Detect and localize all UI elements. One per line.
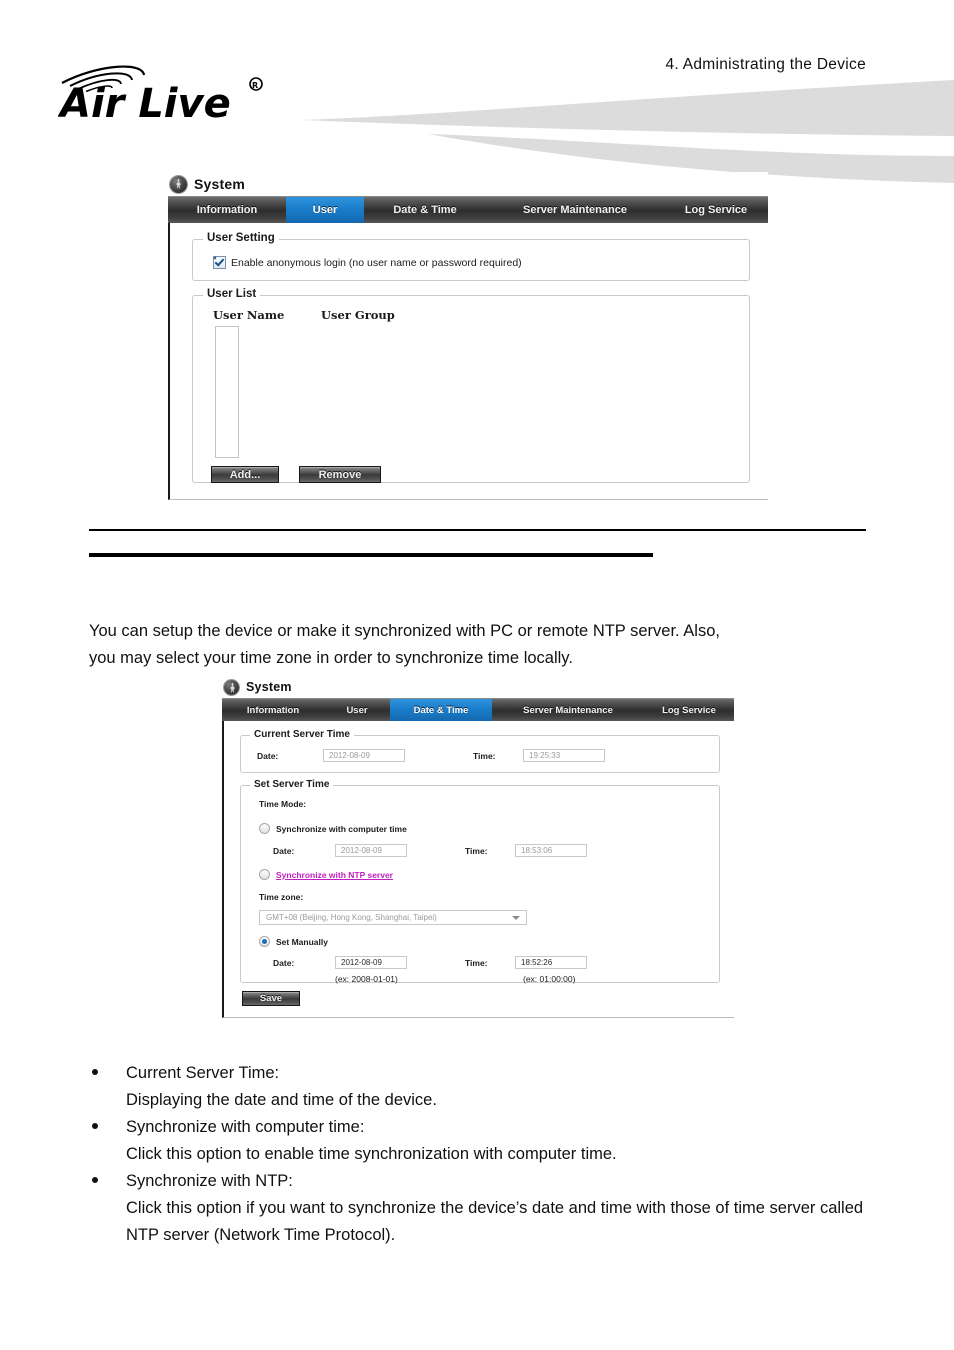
- timezone-select[interactable]: GMT+08 (Beijing, Hong Kong, Shanghai, Ta…: [259, 910, 527, 925]
- panel-header-datetime: System: [222, 676, 734, 698]
- user-list-fieldset: User List User Name User Group Add... Re…: [192, 288, 750, 483]
- add-user-button[interactable]: Add...: [211, 466, 279, 483]
- column-user-group: User Group: [321, 308, 395, 322]
- system-icon: [224, 679, 239, 695]
- tab-bar-datetime[interactable]: Information User Date & Time Server Main…: [222, 698, 734, 721]
- user-list-column-headers: User Name User Group: [213, 308, 395, 322]
- set-manually-fields: Date: 2012-08-09 Time: 18:52:26: [273, 956, 587, 969]
- svg-text:R: R: [252, 81, 258, 90]
- chevron-down-icon: [512, 915, 520, 920]
- airlive-logo: Air Live R: [58, 65, 263, 124]
- panel-body-datetime: Current Server Time Date: 2012-08-09 Tim…: [222, 721, 734, 1018]
- page-header: 4. Administrating the Device Air Live R: [0, 0, 954, 183]
- bullet-description: Displaying the date and time of the devi…: [126, 1091, 437, 1109]
- current-time-field[interactable]: 19:25:33: [523, 749, 605, 762]
- tab-information[interactable]: Information: [168, 197, 286, 223]
- user-list-box[interactable]: [215, 326, 239, 458]
- system-datetime-panel: System Information User Date & Time Serv…: [222, 676, 734, 1018]
- decorative-swoosh-graphic: [302, 80, 954, 183]
- panel-title: System: [246, 680, 292, 694]
- current-server-time-fieldset: Current Server Time Date: 2012-08-09 Tim…: [240, 729, 720, 773]
- date-format-hint: (ex: 2008-01-01): [335, 974, 398, 984]
- sync-ntp-row[interactable]: Synchronize with NTP server: [259, 869, 393, 880]
- timezone-select-value: GMT+08 (Beijing, Hong Kong, Shanghai, Ta…: [266, 913, 437, 922]
- enable-anonymous-login-checkbox[interactable]: [213, 256, 226, 269]
- sync-computer-time-label-2: Time:: [465, 845, 488, 856]
- sync-computer-time-field[interactable]: 18:53:06: [515, 844, 587, 857]
- set-manually-label: Set Manually: [276, 936, 328, 947]
- set-server-time-legend: Set Server Time: [250, 779, 334, 790]
- tab-user[interactable]: User: [324, 699, 390, 721]
- sync-computer-date-field[interactable]: 2012-08-09: [335, 844, 407, 857]
- list-item: Synchronize with NTP: Click this option …: [88, 1168, 888, 1249]
- system-icon: [170, 175, 187, 193]
- bullet-dot-icon: [92, 1123, 98, 1129]
- sync-computer-time-radio[interactable]: [259, 823, 270, 834]
- time-format-hint: (ex: 01:00:00): [523, 974, 576, 984]
- bullet-description: Click this option if you want to synchro…: [126, 1199, 864, 1244]
- intro-paragraph: You can setup the device or make it sync…: [89, 618, 879, 672]
- section-rule-top: [89, 529, 866, 531]
- bullet-title: Synchronize with NTP:: [126, 1172, 293, 1190]
- tab-bar-user[interactable]: Information User Date & Time Server Main…: [168, 196, 768, 223]
- user-list-legend: User List: [203, 288, 261, 300]
- intro-line-1: You can setup the device or make it sync…: [89, 622, 720, 640]
- set-manually-row[interactable]: Set Manually: [259, 936, 328, 947]
- current-date-field[interactable]: 2012-08-09: [323, 749, 405, 762]
- sync-computer-time-fields: Date: 2012-08-09 Time: 18:53:06: [273, 844, 587, 857]
- current-server-time-row: Date: 2012-08-09 Time: 19:25:33: [257, 749, 605, 762]
- chapter-heading: 4. Administrating the Device: [665, 56, 866, 73]
- set-manually-date-label: Date:: [273, 957, 295, 968]
- tab-server-maintenance[interactable]: Server Maintenance: [486, 197, 664, 223]
- panel-header-user: System: [168, 172, 768, 196]
- tab-date-time[interactable]: Date & Time: [364, 197, 486, 223]
- current-time-label: Time:: [473, 750, 496, 761]
- set-manually-date-field[interactable]: 2012-08-09: [335, 956, 407, 969]
- sync-ntp-radio[interactable]: [259, 869, 270, 880]
- set-server-time-fieldset: Set Server Time Time Mode: Synchronize w…: [240, 779, 720, 984]
- feature-bullet-list: Current Server Time: Displaying the date…: [88, 1060, 888, 1249]
- tab-user[interactable]: User: [286, 197, 364, 223]
- system-user-panel: System Information User Date & Time Serv…: [168, 172, 768, 500]
- set-manually-hints: (ex: 2008-01-01) (ex: 01:00:00): [273, 974, 575, 984]
- user-setting-fieldset: User Setting Enable anonymous login (no …: [192, 232, 750, 281]
- bullet-description: Click this option to enable time synchro…: [126, 1145, 617, 1163]
- panel-title: System: [194, 176, 246, 192]
- set-manually-radio[interactable]: [259, 936, 270, 947]
- list-item: Synchronize with computer time: Click th…: [88, 1114, 888, 1168]
- section-rule-bottom: [89, 553, 653, 557]
- current-server-time-legend: Current Server Time: [250, 729, 354, 740]
- user-setting-legend: User Setting: [203, 232, 279, 244]
- time-mode-label: Time Mode:: [259, 799, 307, 809]
- sync-computer-time-label: Synchronize with computer time: [276, 823, 407, 834]
- tab-server-maintenance[interactable]: Server Maintenance: [492, 699, 644, 721]
- sync-computer-time-row[interactable]: Synchronize with computer time: [259, 823, 407, 834]
- intro-line-2: you may select your time zone in order t…: [89, 649, 573, 667]
- set-manually-time-label: Time:: [465, 957, 488, 968]
- tab-log-service[interactable]: Log Service: [644, 699, 734, 721]
- panel-body-user: User Setting Enable anonymous login (no …: [168, 223, 768, 500]
- svg-text:Air Live: Air Live: [58, 81, 231, 124]
- list-item: Current Server Time: Displaying the date…: [88, 1060, 888, 1114]
- anonymous-login-row[interactable]: Enable anonymous login (no user name or …: [213, 256, 522, 269]
- save-button[interactable]: Save: [242, 991, 300, 1006]
- bullet-title: Synchronize with computer time:: [126, 1118, 365, 1136]
- remove-user-button[interactable]: Remove: [299, 466, 381, 483]
- tab-information[interactable]: Information: [222, 699, 324, 721]
- sync-ntp-link[interactable]: Synchronize with NTP server: [276, 870, 393, 880]
- enable-anonymous-login-label: Enable anonymous login (no user name or …: [231, 256, 522, 269]
- set-manually-time-field[interactable]: 18:52:26: [515, 956, 587, 969]
- column-user-name: User Name: [213, 308, 285, 322]
- bullet-title: Current Server Time:: [126, 1064, 280, 1082]
- tab-log-service[interactable]: Log Service: [664, 197, 768, 223]
- tab-date-time[interactable]: Date & Time: [390, 699, 492, 721]
- sync-computer-date-label: Date:: [273, 845, 295, 856]
- bullet-dot-icon: [92, 1177, 98, 1183]
- timezone-label: Time zone:: [259, 892, 304, 902]
- bullet-dot-icon: [92, 1069, 98, 1075]
- user-list-actions: Add... Remove: [211, 466, 381, 483]
- current-date-label: Date:: [257, 750, 279, 761]
